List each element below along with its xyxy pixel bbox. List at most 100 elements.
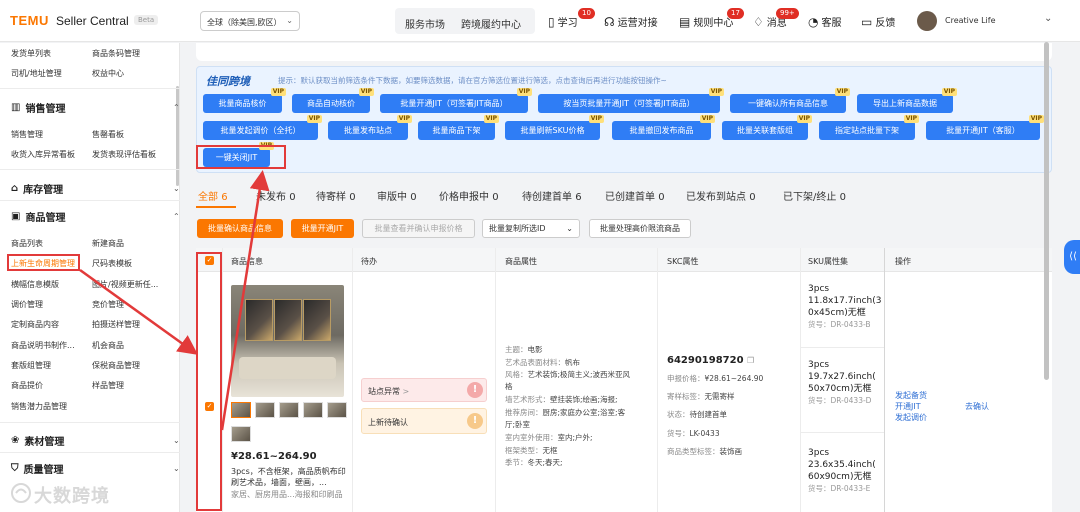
sidebar-item[interactable]: 商品条码管理 [92,48,140,59]
tab-label: 未发布 [256,192,286,203]
confirm-all-info-button[interactable]: 一键确认所有商品信息 VIP [730,88,850,113]
button-label: 导出上新商品数据 [873,99,937,108]
sidebar-item[interactable]: 样品管理 [92,380,124,391]
service-market-link[interactable]: 服务市场 [405,16,445,31]
sidebar-item[interactable]: 尺码表模板 [92,258,132,269]
collapse-handle-icon[interactable]: ⟨⟨ [1064,240,1080,274]
sidebar-item[interactable]: 拍摄送样管理 [92,319,140,330]
sidebar-item[interactable]: 发货表现评估看板 [92,149,156,160]
tab-price-declare[interactable]: 价格申报中 0 [439,188,499,203]
sidebar-item[interactable]: 发货单列表 [11,48,51,59]
thumbnail[interactable] [303,402,323,418]
sidebar-item[interactable]: 新建商品 [92,238,124,249]
product-image[interactable] [231,285,344,397]
sidebar-item[interactable]: 商品提价 [11,380,43,391]
sidebar-item[interactable]: 商品列表 [11,238,43,249]
thumbnail[interactable] [327,402,347,418]
batch-confirm-info-button[interactable]: 批量确认商品信息 [197,219,283,238]
tab-all[interactable]: 全部 6 [198,188,228,203]
sidebar-item[interactable]: 图片/视频更新任... [92,279,158,290]
nav-ops[interactable]: ☊ 运营对接 [604,14,658,30]
button-label: 批量发布站点 [344,126,392,135]
batch-withdraw-button[interactable]: 批量撤回发布商品 VIP [612,115,715,140]
skc-row: 商品类型标签：装饰画 [667,447,742,456]
sidebar-item[interactable]: 调价管理 [11,299,43,310]
nav-support[interactable]: ◔ 客服 [808,14,841,30]
chevron-down-icon: ⌄ [286,16,293,25]
tab-await-first-order[interactable]: 待创建首单 6 [522,188,582,203]
temu-logo[interactable]: TEMU [10,13,49,28]
sidebar-item[interactable]: 司机/地址管理 [11,68,62,79]
sidebar-item[interactable]: 横幅信息模版 [11,279,59,290]
thumbnail[interactable] [231,402,251,418]
start-stock-link[interactable]: 发起备货 [895,390,927,401]
page-scrollbar[interactable] [1044,42,1049,380]
sidebar-section-sales[interactable]: ▥ 销售管理 ⌃ [11,100,181,115]
batch-link-group-button[interactable]: 批量关联套版组 VIP [722,115,812,140]
avatar[interactable] [917,11,937,31]
thumbnail[interactable] [255,402,275,418]
thumbnail[interactable] [231,426,251,442]
divider [800,347,884,348]
tab-published[interactable]: 已发布到站点 0 [686,188,756,203]
view-confirm-price-button[interactable]: 批量查看并确认申报价格 [362,219,475,238]
sidebar-item[interactable]: 售罄看板 [92,129,124,140]
sidebar-section-products[interactable]: ▣ 商品管理 ⌃ [11,209,181,224]
sidebar-item[interactable]: 权益中心 [92,68,124,79]
sidebar-item[interactable]: 定制商品内容 [11,319,59,330]
plugin-hint: 提示：默认获取当前筛选条件下数据，如要筛选数据，请在官方筛选位置进行筛选，点击查… [278,76,667,85]
nav-rules[interactable]: ▤ 规则中心 [679,14,733,30]
batch-open-jit-orange-button[interactable]: 批量开通JIT [291,219,354,238]
tab-reviewing[interactable]: 审版中 0 [377,188,417,203]
batch-publish-site-button[interactable]: 批量发布站点 VIP [328,115,412,140]
sidebar-item[interactable]: 收货入库异常看板 [11,149,75,160]
button-label: 批量刷新SKU价格 [520,126,585,135]
batch-delist-button[interactable]: 批量商品下架 VIP [418,115,499,140]
open-jit-link[interactable]: 开通JIT [895,401,921,412]
tab-delisted[interactable]: 已下架/终止 0 [783,188,846,203]
button-label: 批量开通JIT（可签署JIT商品） [400,99,508,108]
batch-open-jit-button[interactable]: 批量开通JIT（可签署JIT商品） VIP [380,88,532,113]
thumbnail[interactable] [279,402,299,418]
sidebar-item[interactable]: 销售潜力品管理 [11,401,67,412]
support-icon: ◔ [808,14,819,29]
batch-price-check-button[interactable]: 批量商品核价 VIP [203,88,286,113]
sidebar-item[interactable]: 商品说明书制作... [11,340,75,351]
attribute-row: 室内室外使用：室内;户外; [505,433,593,442]
handle-high-price-button[interactable]: 批量处理高价限流商品 [589,219,691,238]
sidebar-section-inventory[interactable]: ⌂ 库存管理 ⌄ [11,181,181,196]
batch-open-jit-service-button[interactable]: 批量开通JIT（客服） VIP [926,115,1044,140]
sidebar-item[interactable]: 套版组管理 [11,360,51,371]
go-confirm-link[interactable]: 去确认 [965,401,989,412]
divider [0,88,180,89]
watermark: 大数跨境 [34,486,110,507]
batch-adjust-price-button[interactable]: 批量发起调价（全托） VIP [203,115,322,140]
nav-feedback[interactable]: ▭ 反馈 [861,14,895,30]
page-open-jit-button[interactable]: 按当页批量开通JIT（可签署JIT商品） VIP [538,88,724,113]
sidebar-item[interactable]: 保税商品管理 [92,360,140,371]
sidebar-section-quality[interactable]: ⛉ 质量管理 ⌄ [11,461,181,476]
tab-await-sample[interactable]: 待寄样 0 [316,188,356,203]
tab-unpublished[interactable]: 未发布 0 [256,188,296,203]
sidebar-section-materials[interactable]: ❀ 素材管理 ⌄ [11,433,181,448]
site-batch-delist-button[interactable]: 指定站点批量下架 VIP [819,115,919,140]
sidebar-item[interactable]: 销售管理 [11,129,43,140]
cross-border-link[interactable]: 跨境履约中心 [461,16,521,31]
user-name[interactable]: Creative Life [945,16,996,25]
nav-learn[interactable]: ▯ 学习 [548,14,578,30]
button-label: 批量撤回发布商品 [629,126,694,135]
copy-icon[interactable]: ❐ [747,356,754,365]
shield-icon: ⛉ [11,463,19,474]
copy-id-select[interactable]: 批量复制所选ID ⌄ [482,219,580,238]
region-select[interactable]: 全球（除美国,欧区） ⌄ [200,11,300,31]
export-new-data-button[interactable]: 导出上新商品数据 VIP [857,88,957,113]
tab-first-order-created[interactable]: 已创建首单 0 [605,188,665,203]
auto-price-check-button[interactable]: 商品自动核价 VIP [292,88,374,113]
chevron-down-icon[interactable]: ⌄ [1044,13,1052,24]
warehouse-icon: ⌂ [11,183,19,194]
batch-refresh-sku-button[interactable]: 批量刷新SKU价格 VIP [505,115,604,140]
sidebar-item[interactable]: 竞价管理 [92,299,124,310]
adjust-price-link[interactable]: 发起调价 [895,412,927,423]
sidebar-item[interactable]: 机会商品 [92,340,124,351]
section-title: 质量管理 [23,465,64,476]
